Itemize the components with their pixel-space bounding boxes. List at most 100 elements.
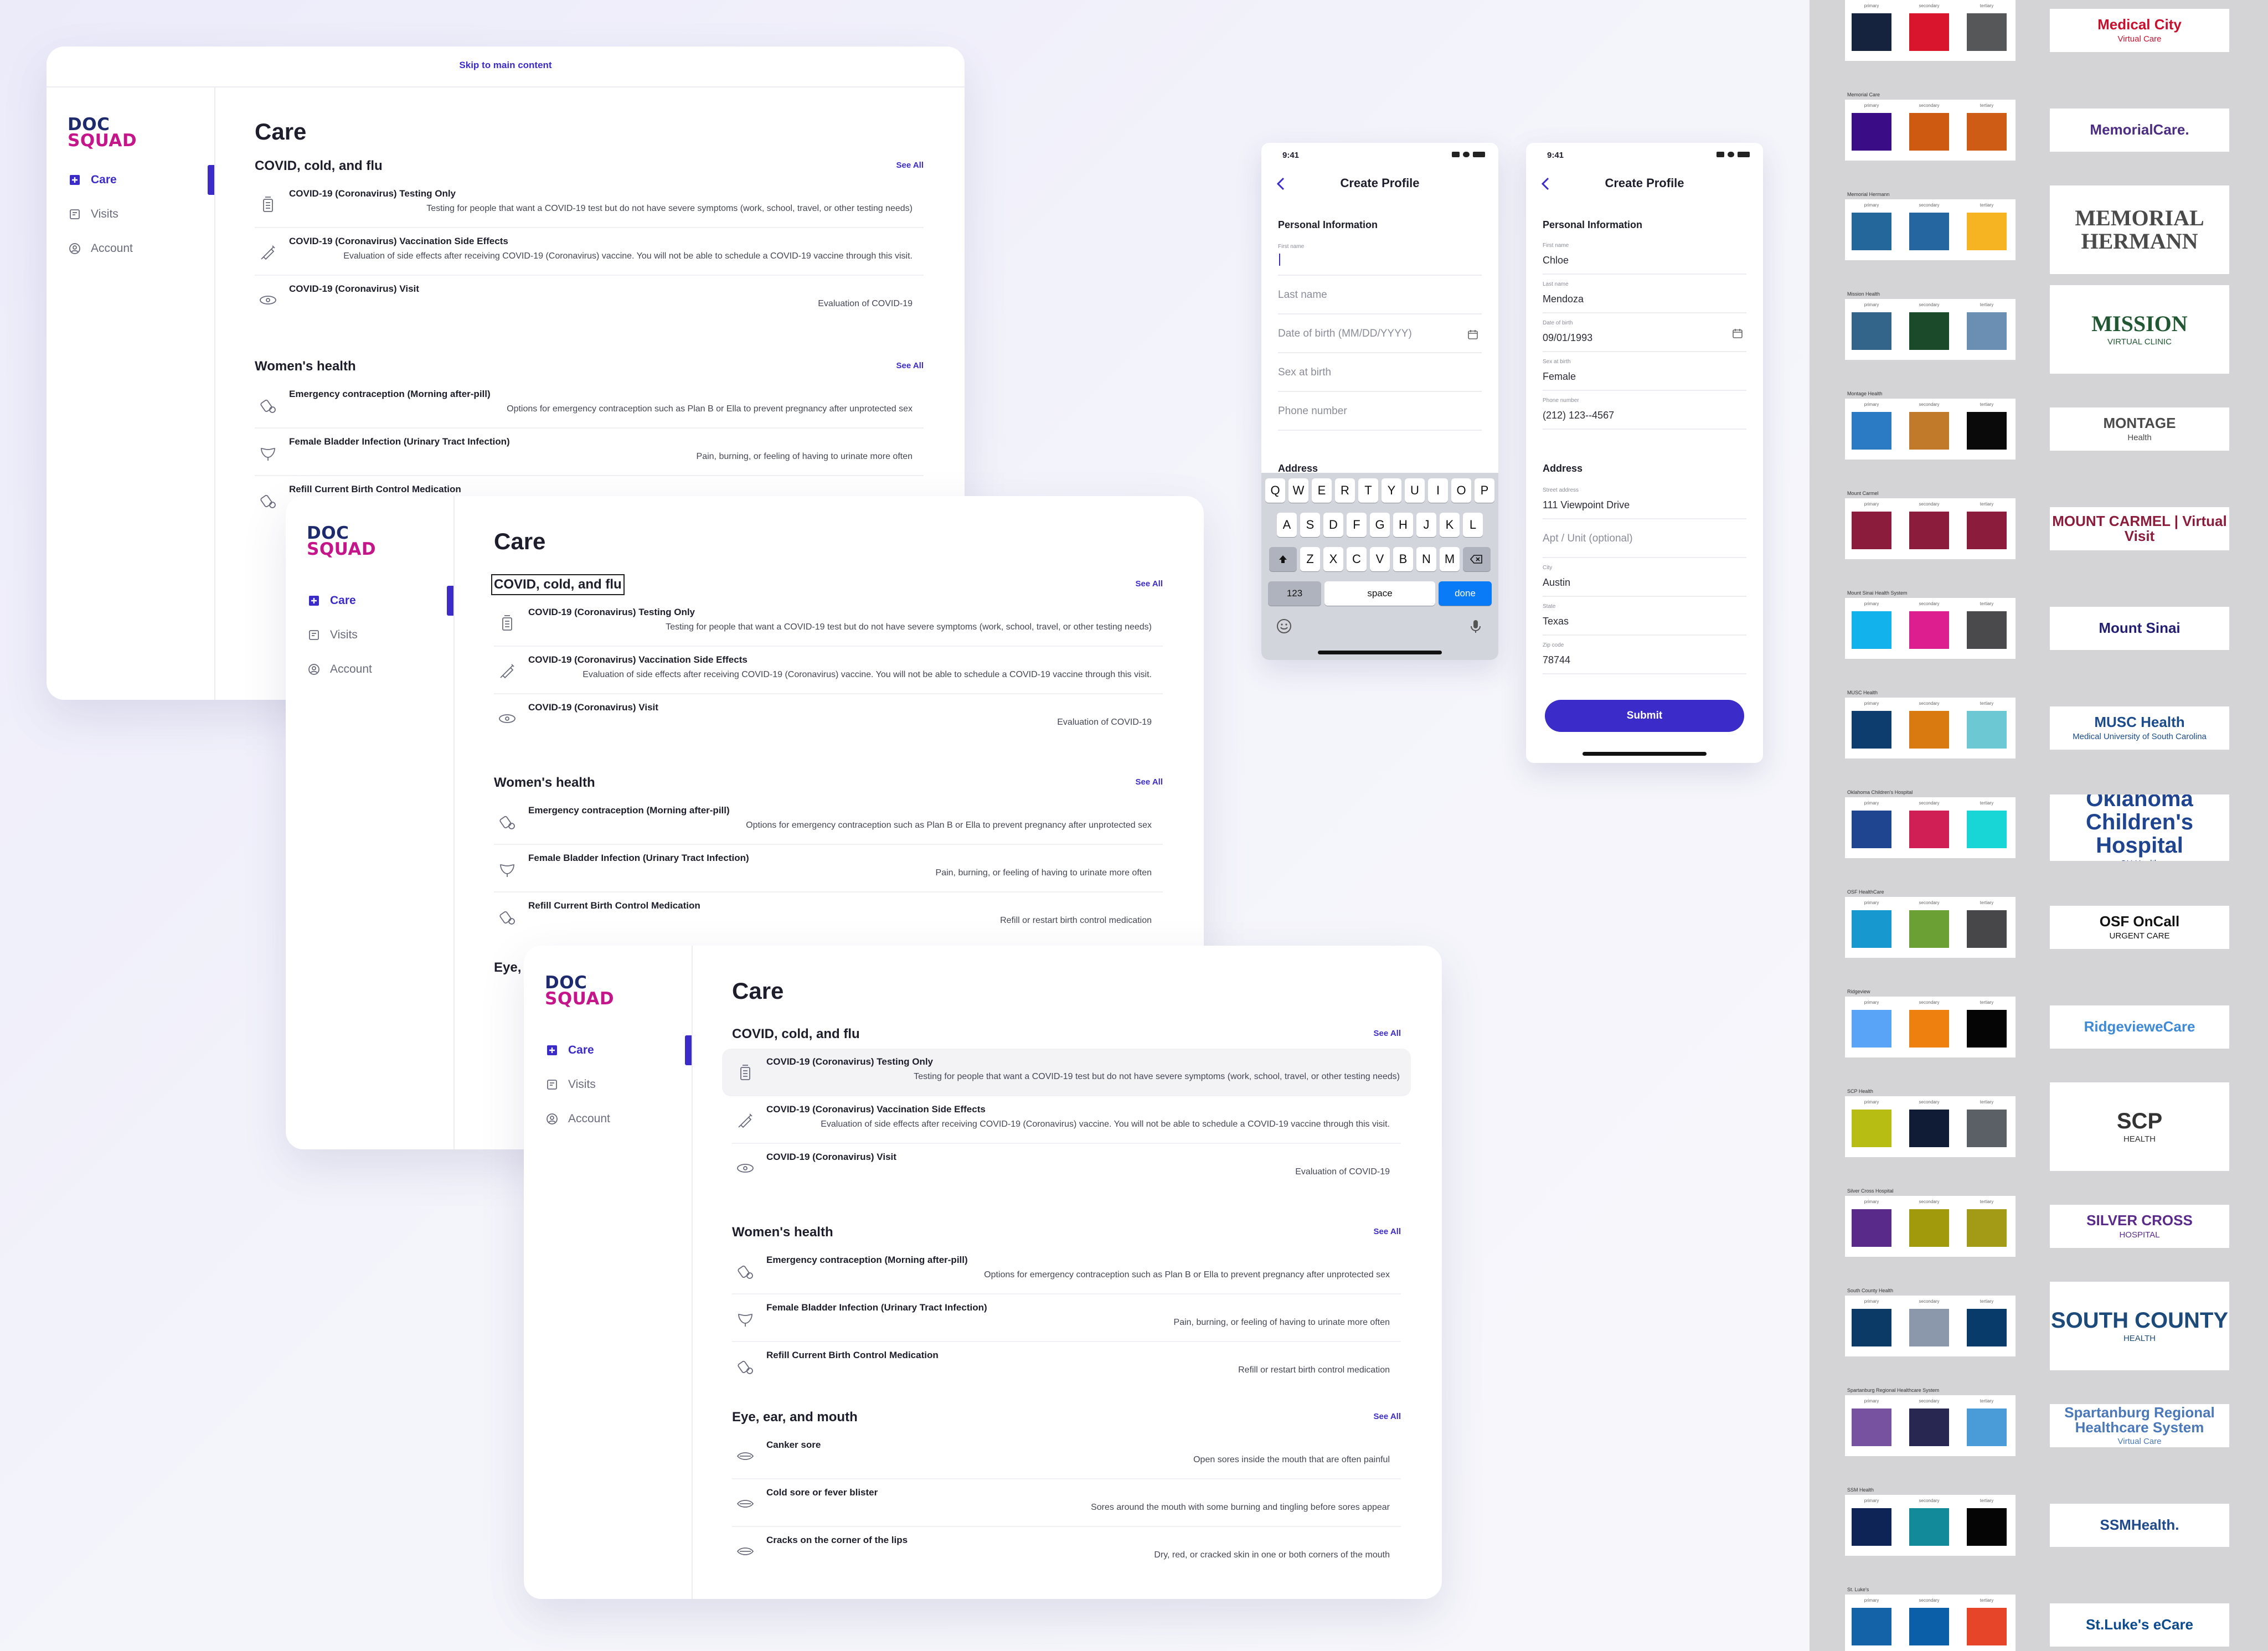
- see-all-link[interactable]: See All: [1374, 1227, 1401, 1236]
- key-h[interactable]: H: [1393, 513, 1413, 537]
- phone-number-field[interactable]: Phone number: [1278, 392, 1482, 431]
- section-covid: COVID, cold, and flu See All COVID-19 (Co…: [255, 158, 924, 323]
- emoji-icon[interactable]: [1276, 618, 1292, 637]
- list-item[interactable]: Cracks on the corner of the lips Dry, red…: [732, 1527, 1401, 1575]
- sidebar-item-visits[interactable]: Visits: [69, 197, 214, 231]
- dob-field[interactable]: Date of birth 09/01/1993: [1543, 313, 1746, 352]
- key-c[interactable]: C: [1347, 547, 1367, 571]
- sidebar-item-account[interactable]: Account: [546, 1102, 692, 1136]
- sidebar-item-care[interactable]: Care: [69, 163, 214, 197]
- list-item[interactable]: COVID-19 (Coronavirus) Testing Only Testi…: [722, 1049, 1411, 1096]
- see-all-link[interactable]: See All: [896, 361, 924, 370]
- key-p[interactable]: P: [1475, 478, 1494, 503]
- key-z[interactable]: Z: [1300, 547, 1320, 571]
- list-item[interactable]: COVID-19 (Coronavirus) Testing Only Testi…: [255, 180, 924, 228]
- brand-logo: SCP HEALTH: [2050, 1082, 2229, 1171]
- list-item[interactable]: Female Bladder Infection (Urinary Tract …: [732, 1294, 1401, 1342]
- microphone-icon[interactable]: [1467, 618, 1484, 637]
- sidebar-item-visits[interactable]: Visits: [308, 618, 453, 652]
- brand-logo: MISSION VIRTUAL CLINIC: [2050, 285, 2229, 374]
- last-name-field[interactable]: Last name: [1278, 276, 1482, 314]
- phone-number-field[interactable]: Phone number (212) 123--4567: [1543, 391, 1746, 430]
- list-item[interactable]: COVID-19 (Coronavirus) Vaccination Side …: [732, 1096, 1401, 1144]
- key-j[interactable]: J: [1416, 513, 1436, 537]
- sidebar-item-care[interactable]: Care: [308, 584, 453, 618]
- list-item[interactable]: COVID-19 (Coronavirus) Vaccination Side …: [255, 228, 924, 276]
- key-q[interactable]: Q: [1265, 478, 1285, 503]
- key-123[interactable]: 123: [1268, 581, 1321, 606]
- key-l[interactable]: L: [1463, 513, 1483, 537]
- key-m[interactable]: M: [1440, 547, 1460, 571]
- key-k[interactable]: K: [1440, 513, 1460, 537]
- sidebar-item-account[interactable]: Account: [308, 652, 453, 687]
- see-all-link[interactable]: See All: [896, 161, 924, 170]
- list-item[interactable]: Cold sore or fever blister Sores around t…: [732, 1479, 1401, 1527]
- city-field[interactable]: City Austin: [1543, 558, 1746, 597]
- see-all-link[interactable]: See All: [1374, 1029, 1401, 1038]
- list-item[interactable]: COVID-19 (Coronavirus) Visit Evaluation o…: [732, 1144, 1401, 1191]
- key-n[interactable]: N: [1416, 547, 1436, 571]
- list-item[interactable]: COVID-19 (Coronavirus) Visit Evaluation o…: [255, 276, 924, 323]
- swatch-label: primary: [1864, 502, 1879, 507]
- sidebar-item-visits[interactable]: Visits: [546, 1067, 692, 1102]
- backspace-key[interactable]: [1463, 547, 1491, 571]
- list-item[interactable]: Canker sore Open sores inside the mouth t…: [732, 1432, 1401, 1479]
- brand-logo-subtext: Virtual Care: [2117, 34, 2162, 44]
- bladder-icon: [735, 1309, 755, 1329]
- swatch-label: secondary: [1919, 1000, 1940, 1005]
- skip-link[interactable]: Skip to main content: [47, 60, 965, 71]
- state-field[interactable]: State Texas: [1543, 597, 1746, 636]
- swatch-label: tertiary: [1980, 402, 1994, 407]
- street-address-field[interactable]: Street address 111 Viewpoint Drive: [1543, 481, 1746, 519]
- brand-logo-text: MEMORIAL HERMANN: [2075, 205, 2204, 254]
- see-all-link[interactable]: See All: [1374, 1412, 1401, 1421]
- zip-code-field[interactable]: Zip code 78744: [1543, 636, 1746, 674]
- see-all-link[interactable]: See All: [1136, 777, 1163, 787]
- sidebar-item-care[interactable]: Care: [546, 1033, 692, 1067]
- sidebar-item-account[interactable]: Account: [69, 231, 214, 266]
- key-o[interactable]: O: [1451, 478, 1471, 503]
- key-i[interactable]: I: [1428, 478, 1448, 503]
- first-name-field[interactable]: First name: [1278, 237, 1482, 276]
- apt-unit-field[interactable]: Apt / Unit (optional): [1543, 519, 1746, 558]
- key-y[interactable]: Y: [1382, 478, 1401, 503]
- list-item[interactable]: Female Bladder Infection (Urinary Tract …: [494, 845, 1163, 892]
- key-w[interactable]: W: [1288, 478, 1308, 503]
- color-swatch: [1852, 312, 1891, 350]
- first-name-field[interactable]: First name Chloe: [1543, 236, 1746, 275]
- sex-at-birth-field[interactable]: Sex at birth Female: [1543, 352, 1746, 391]
- key-x[interactable]: X: [1323, 547, 1343, 571]
- list-item[interactable]: Refill Current Birth Control MedicationR…: [732, 1342, 1401, 1390]
- key-d[interactable]: D: [1323, 513, 1343, 537]
- key-r[interactable]: R: [1335, 478, 1355, 503]
- list-item[interactable]: Female Bladder Infection (Urinary Tract …: [255, 429, 924, 476]
- list-item[interactable]: COVID-19 (Coronavirus) Visit Evaluation o…: [494, 694, 1163, 742]
- pill-bottle-icon: [258, 491, 278, 510]
- bladder-icon: [497, 859, 517, 879]
- key-b[interactable]: B: [1393, 547, 1413, 571]
- list-item[interactable]: Emergency contraception (Morning after-p…: [255, 381, 924, 429]
- key-done[interactable]: done: [1439, 581, 1492, 606]
- calendar-icon[interactable]: [1467, 329, 1478, 340]
- key-g[interactable]: G: [1370, 513, 1390, 537]
- key-v[interactable]: V: [1370, 547, 1390, 571]
- key-f[interactable]: F: [1347, 513, 1367, 537]
- list-item[interactable]: COVID-19 (Coronavirus) Vaccination Side …: [494, 647, 1163, 694]
- submit-button[interactable]: Submit: [1545, 700, 1744, 732]
- key-s[interactable]: S: [1300, 513, 1320, 537]
- shift-key[interactable]: [1269, 547, 1297, 571]
- list-item[interactable]: COVID-19 (Coronavirus) Testing Only Testi…: [494, 599, 1163, 647]
- list-item[interactable]: Emergency contraception (Morning after-p…: [494, 797, 1163, 845]
- list-item[interactable]: Refill Current Birth Control MedicationR…: [494, 892, 1163, 940]
- sex-at-birth-field[interactable]: Sex at birth: [1278, 353, 1482, 392]
- key-t[interactable]: T: [1358, 478, 1378, 503]
- last-name-field[interactable]: Last name Mendoza: [1543, 275, 1746, 313]
- dob-field[interactable]: Date of birth (MM/DD/YYYY): [1278, 314, 1482, 353]
- key-e[interactable]: E: [1312, 478, 1332, 503]
- key-u[interactable]: U: [1405, 478, 1425, 503]
- key-space[interactable]: space: [1324, 581, 1435, 606]
- see-all-link[interactable]: See All: [1136, 579, 1163, 589]
- list-item[interactable]: Emergency contraception (Morning after-p…: [732, 1247, 1401, 1294]
- key-a[interactable]: A: [1277, 513, 1297, 537]
- calendar-icon[interactable]: [1732, 328, 1743, 339]
